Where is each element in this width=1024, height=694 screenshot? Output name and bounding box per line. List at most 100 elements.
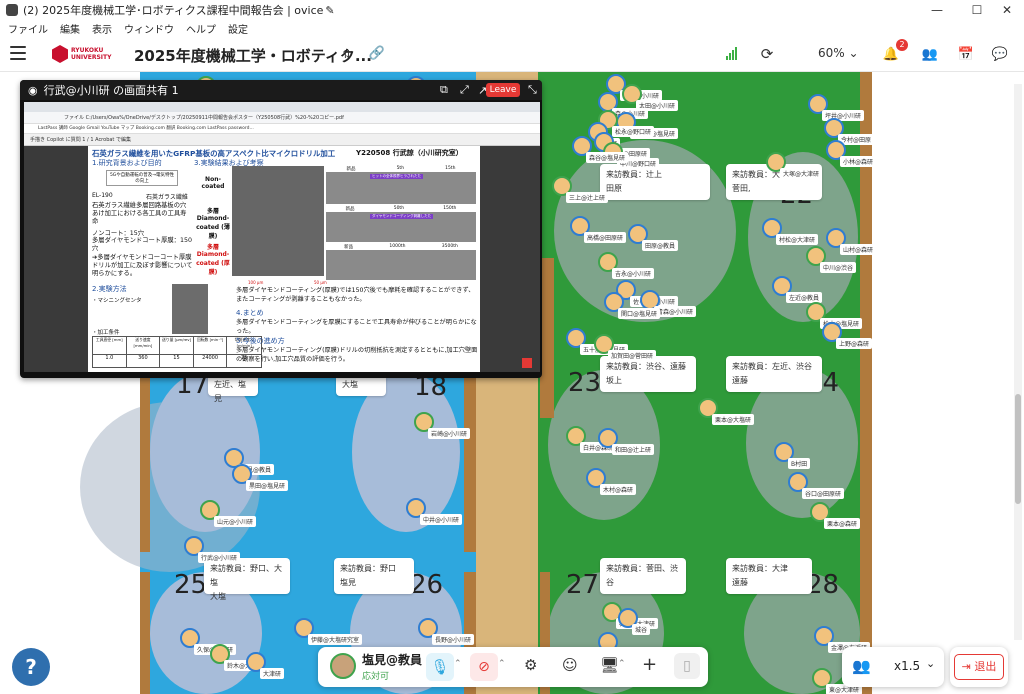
- user-name-tag: 栗本@森研: [824, 518, 861, 529]
- map-scrollbar[interactable]: [1014, 84, 1022, 640]
- visitor-note-21: 来訪教員：辻上 田原: [600, 164, 710, 200]
- menu-edit[interactable]: 編集: [60, 21, 80, 36]
- menu-file[interactable]: ファイル: [8, 21, 48, 36]
- tool-label-thin: 多層 Diamond-coated (薄膜): [196, 208, 230, 240]
- people-list-icon[interactable]: 👥: [852, 657, 871, 675]
- microphone-icon[interactable]: 🎙: [426, 653, 454, 681]
- user-status[interactable]: 応対可: [362, 669, 389, 682]
- wood-wall: [540, 258, 554, 418]
- room-number-27: 27: [566, 570, 600, 600]
- visitor-note-line: 塩見: [340, 578, 356, 587]
- camera-off-icon[interactable]: ⊘: [470, 653, 498, 681]
- add-object-plus-icon[interactable]: +: [642, 654, 657, 675]
- speed-control-bar: 👥 x1.5 ⌄: [842, 647, 944, 687]
- poster-section-2: 2.実験方法: [92, 285, 127, 293]
- mic-options-chevron-icon[interactable]: ⌃: [454, 659, 462, 669]
- wear-header: 50th: [393, 206, 405, 211]
- user-name-tag: 谷口@田原研: [802, 488, 845, 499]
- members-icon[interactable]: 👥: [920, 44, 940, 64]
- cond-value: 360: [127, 355, 161, 367]
- chat-icon[interactable]: 💬: [990, 44, 1010, 64]
- user-name-tag: 城谷: [632, 624, 651, 635]
- wear-header-row-3: 新品 1000th 3500th: [326, 244, 476, 250]
- room-number-26: 26: [410, 570, 444, 600]
- poster-result: 多層ダイヤモンドコーティング(厚膜)では150穴後でも摩耗を確認することができず…: [236, 287, 475, 303]
- room-number-25: 25: [174, 570, 208, 600]
- settings-gear-icon[interactable]: ⚙: [524, 656, 537, 674]
- window-titlebar: (2) 2025年度機械工学･ロボティクス課程中間報告会 | ovice ✎ —…: [0, 0, 1024, 20]
- wood-wall: [464, 372, 476, 552]
- user-name-tag: 大津研: [260, 668, 285, 679]
- window-title: (2) 2025年度機械工学･ロボティクス課程中間報告会 | ovice: [23, 4, 324, 17]
- menu-view[interactable]: 表示: [92, 21, 112, 36]
- screen-share-chevron-icon[interactable]: ⌃: [618, 659, 626, 669]
- machining-center-image: [172, 284, 208, 334]
- user-avatar[interactable]: [330, 653, 356, 679]
- user-name-tag: 村松@大津研: [776, 234, 819, 245]
- space-title[interactable]: 2025年度機械工学・ロボティク...: [134, 45, 372, 66]
- app-header: RYUKOKU UNIVERSITY 2025年度機械工学・ロボティク... ⇅…: [0, 36, 1024, 72]
- poster-machine: ・マシニングセンタ: [92, 298, 142, 304]
- expand-icon[interactable]: ⤡: [528, 83, 537, 97]
- screen-share-monitor-icon[interactable]: 🖥: [600, 656, 619, 674]
- close-window-button[interactable]: ✕: [990, 0, 1024, 20]
- visitor-note-27: 来訪教員：菅田、渋谷: [600, 558, 686, 594]
- exit-button[interactable]: ⇥ 退出: [954, 654, 1004, 680]
- whiteboard-icon[interactable]: ▯: [674, 653, 700, 679]
- menu-settings[interactable]: 設定: [228, 21, 248, 36]
- camera-options-chevron-icon[interactable]: ⌃: [498, 659, 506, 669]
- visitor-note-23: 来訪教員：渋谷、遠藤 坂上: [600, 356, 696, 392]
- user-name-tag: 吉永@小川研: [612, 268, 655, 279]
- poster-material-a: EL-190: [92, 192, 113, 199]
- poster-body-3: 多層ダイヤモンドコート厚膜：150穴: [92, 237, 192, 252]
- space-switch-chevron-icon[interactable]: ⇅: [340, 46, 354, 62]
- connection-signal-icon: [726, 46, 740, 60]
- speed-chevron-down-icon[interactable]: ⌄: [926, 657, 935, 670]
- scrollbar-thumb[interactable]: [1015, 394, 1021, 504]
- poster-page: 石英ガラス繊維を用いたGFRP基板の高アスペクト比マイクロドリル加工 Y2205…: [88, 146, 480, 372]
- poster-section-1: 1.研究背景および目的: [92, 159, 162, 167]
- menu-help[interactable]: ヘルプ: [186, 21, 216, 36]
- maximize-button[interactable]: ☐: [960, 0, 994, 20]
- poster-section-5: 5.今後の進め方: [236, 337, 285, 345]
- user-name-tag: 栗本@大塩研: [712, 414, 755, 425]
- help-support-icon[interactable]: ?: [12, 648, 50, 686]
- cond-header: 回転数 [min⁻¹]: [193, 337, 228, 355]
- user-name-tag: 中井@小川研: [420, 514, 463, 525]
- edit-pencil-icon[interactable]: ✎: [325, 4, 334, 17]
- emoji-reaction-icon[interactable]: ☺: [562, 656, 578, 674]
- leave-button[interactable]: Leave: [486, 83, 520, 97]
- cond-value: 15: [160, 355, 194, 367]
- calendar-icon[interactable]: 📅: [956, 44, 976, 64]
- wear-header: 150th: [443, 206, 457, 211]
- user-name-tag: 森谷@塩見研: [586, 152, 629, 163]
- hamburger-menu-icon[interactable]: [10, 46, 26, 60]
- walk-speed[interactable]: x1.5: [894, 659, 920, 673]
- open-new-icon[interactable]: ⤢: [460, 83, 469, 97]
- poster-author: Y220508 行武諒（小川研究室）: [356, 149, 463, 157]
- pip-icon[interactable]: ⧉: [440, 83, 448, 97]
- poster-future: 多層ダイヤモンドコーティング(厚膜)ドリルの切削抵抗を測定するとともに,加工穴壁…: [236, 347, 478, 363]
- link-icon[interactable]: 🔗: [368, 44, 386, 62]
- pdf-app-icon: [522, 358, 532, 368]
- cond-header: 送り速度 [mm/min]: [126, 337, 161, 355]
- shared-browser-window: ファイル C:/Users/Owa%/OneDrive/デスクトップ/20250…: [24, 102, 540, 372]
- user-name-tag: 上野@森研: [836, 338, 873, 349]
- poster-summary: 多層ダイヤモンドコーティングを厚膜にすることで工具寿命が伸びることが明らかになっ…: [236, 319, 477, 335]
- cond-value: 24000: [194, 355, 228, 367]
- poster-material-b: 石英ガラス繊維: [146, 194, 188, 201]
- user-name: 塩見@教員: [362, 653, 423, 667]
- wood-wall: [140, 372, 150, 552]
- minimize-button[interactable]: —: [920, 0, 954, 20]
- menu-bar: ファイル 編集 表示 ウィンドウ ヘルプ 設定: [0, 20, 1024, 36]
- visitor-note-line: 遠藤: [732, 578, 748, 587]
- cond-header: 送り量 [μm/rev]: [160, 337, 194, 355]
- reload-icon[interactable]: ⟳: [757, 44, 777, 64]
- visitor-note-line: 来訪教員：野口: [340, 564, 396, 573]
- tool-label-noncoated: Non-coated: [201, 176, 225, 190]
- zoom-level[interactable]: 60% ⌄: [818, 46, 859, 60]
- poster-background-note: 5Gや自動運転の普及→電気特性の向上: [106, 170, 178, 186]
- wear-header-row-2: 新品 50th 150th: [326, 206, 476, 212]
- menu-window[interactable]: ウィンドウ: [124, 21, 174, 36]
- zoom-value: 60%: [818, 46, 845, 60]
